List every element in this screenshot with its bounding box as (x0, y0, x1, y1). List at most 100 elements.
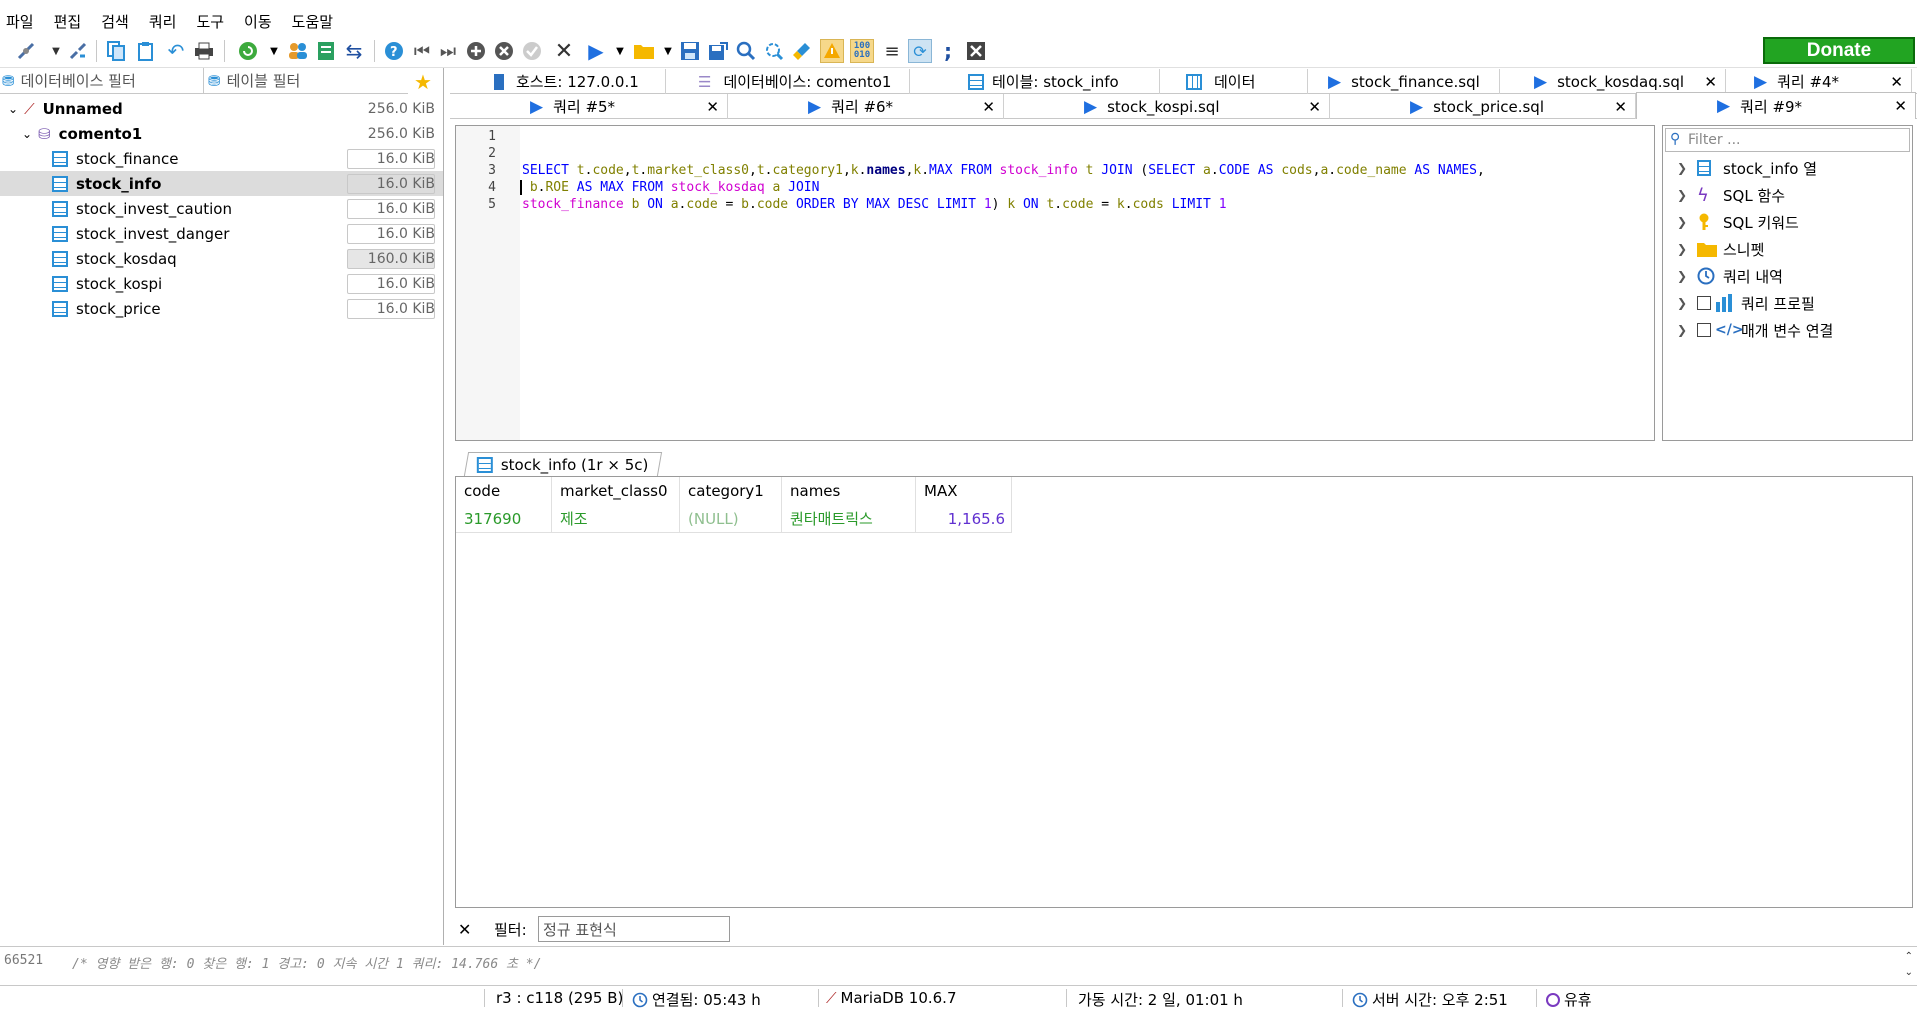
query-profile-checkbox[interactable] (1697, 296, 1711, 310)
menu-search[interactable]: 검색 (101, 11, 129, 32)
export-icon[interactable] (314, 39, 338, 63)
folder-dropdown-icon[interactable]: ▼ (656, 39, 680, 63)
helper-filter-input[interactable]: ⚲ Filter ... (1665, 128, 1910, 152)
close-icon[interactable]: ✕ (706, 98, 719, 116)
close-icon[interactable]: ✕ (1614, 98, 1627, 116)
table-cell[interactable]: 1,165.6 (916, 505, 1012, 533)
warning-icon[interactable] (820, 39, 844, 63)
chevron-right-icon[interactable]: ❯ (1677, 323, 1697, 337)
tab-query-9[interactable]: ▶ 쿼리 #9* ✕ (1636, 92, 1916, 119)
menu-file[interactable]: 파일 (6, 11, 34, 32)
tab-stock-kospi-sql[interactable]: ▶ stock_kospi.sql ✕ (1004, 94, 1330, 119)
binary-icon[interactable]: 100 010 (850, 39, 874, 63)
helper-query-profile[interactable]: ❯ 쿼리 프로필 (1677, 291, 1815, 315)
menu-edit[interactable]: 편집 (54, 11, 82, 32)
menu-help[interactable]: 도움말 (292, 11, 333, 32)
tab-stock-finance-sql[interactable]: ▶ stock_finance.sql (1320, 69, 1500, 94)
helper-snippets[interactable]: ❯ 스니펫 (1677, 237, 1764, 261)
column-header[interactable]: category1 (680, 477, 782, 505)
run-dropdown-icon[interactable]: ▼ (608, 39, 632, 63)
help-icon[interactable]: ? (382, 39, 406, 63)
sql-log[interactable]: 66521 /* 영향 받은 행: 0 찾은 행: 1 경고: 0 지속 시간 … (0, 946, 1917, 986)
folder-icon[interactable] (632, 39, 656, 63)
log-scroll-icon[interactable]: ⌃ ⌄ (1905, 949, 1913, 981)
tree-table-row[interactable]: stock_invest_danger 16.0 KiB (0, 221, 443, 246)
cancel-icon[interactable]: ✕ (552, 39, 576, 64)
first-icon[interactable]: ⏮ (410, 39, 434, 63)
tab-stock-price-sql[interactable]: ▶ stock_price.sql ✕ (1330, 94, 1636, 119)
autocomplete-icon[interactable]: ⟳ (908, 39, 932, 63)
tree-root-unnamed[interactable]: ⌄ ⟋ Unnamed 256.0 KiB (0, 96, 443, 121)
tree-table-row[interactable]: stock_finance 16.0 KiB (0, 146, 443, 171)
menu-query[interactable]: 쿼리 (149, 11, 177, 32)
tab-query-4[interactable]: ▶ 쿼리 #4* ✕ (1736, 69, 1912, 94)
close-icon[interactable]: ✕ (982, 98, 995, 116)
tree-table-row[interactable]: stock_info 16.0 KiB (0, 171, 443, 196)
tree-table-row[interactable]: stock_price 16.0 KiB (0, 296, 443, 321)
helper-query-history[interactable]: ❯ 쿼리 내역 (1677, 264, 1783, 288)
donate-button[interactable]: Donate (1763, 37, 1915, 64)
chevron-right-icon[interactable]: ❯ (1677, 242, 1697, 256)
tab-stock-kosdaq-sql[interactable]: ▶ stock_kosdaq.sql ✕ (1526, 69, 1726, 94)
column-header[interactable]: code (456, 477, 552, 505)
column-header[interactable]: market_class0 (552, 477, 680, 505)
menu-goto[interactable]: 이동 (244, 11, 272, 32)
chevron-right-icon[interactable]: ❯ (1677, 296, 1697, 310)
find-icon[interactable] (734, 39, 758, 63)
regex-filter-input[interactable]: 정규 표현식 (538, 916, 730, 942)
close-tab-icon[interactable] (964, 39, 988, 63)
helper-bind-params[interactable]: ❯ </> 매개 변수 연결 (1677, 318, 1833, 342)
users-icon[interactable] (286, 39, 310, 63)
table-cell[interactable]: (NULL) (680, 505, 782, 533)
chevron-right-icon[interactable]: ❯ (1677, 269, 1697, 283)
menu-tools[interactable]: 도구 (196, 11, 224, 32)
save-as-icon[interactable] (706, 39, 730, 63)
close-icon[interactable]: ✕ (1890, 73, 1903, 91)
close-filter-icon[interactable]: ✕ (458, 920, 471, 939)
table-cell[interactable]: 퀀타매트릭스 (782, 505, 916, 533)
column-header[interactable]: names (782, 477, 916, 505)
replace-icon[interactable] (762, 39, 786, 63)
copy-icon[interactable] (104, 39, 128, 63)
favorite-star-icon[interactable]: ★ (414, 70, 432, 94)
chevron-right-icon[interactable]: ❯ (1677, 188, 1697, 202)
wrap-icon[interactable]: ≡ (880, 39, 904, 63)
table-cell[interactable]: 317690 (456, 505, 552, 533)
disconnect-icon[interactable] (66, 39, 90, 63)
table-filter-input[interactable]: ⛃ 테이블 필터 (204, 68, 408, 94)
tab-query-5[interactable]: ▶ 쿼리 #5* ✕ (450, 94, 728, 119)
refresh-icon[interactable] (236, 39, 260, 63)
tree-table-row[interactable]: stock_kospi 16.0 KiB (0, 271, 443, 296)
paste-icon[interactable] (134, 39, 158, 63)
sync-icon[interactable]: ⇆ (342, 39, 366, 63)
database-filter-input[interactable]: ⛃ 데이터베이스 필터 (0, 68, 204, 94)
close-icon[interactable]: ✕ (1704, 73, 1717, 91)
undo-icon[interactable]: ↶ (164, 39, 188, 63)
result-tab[interactable]: stock_info (1r × 5c) (463, 452, 662, 476)
refresh-dropdown-icon[interactable]: ▼ (262, 39, 286, 63)
column-header[interactable]: MAX (916, 477, 1012, 505)
tab-host[interactable]: 호스트: 127.0.0.1 (486, 69, 666, 94)
tab-table[interactable]: 테이블: stock_info (960, 69, 1160, 94)
chevron-right-icon[interactable]: ❯ (1677, 161, 1697, 175)
expand-icon[interactable]: ⌄ (8, 102, 18, 116)
table-cell[interactable]: 제조 (552, 505, 680, 533)
close-icon[interactable]: ✕ (1894, 97, 1907, 115)
clean-icon[interactable] (790, 39, 814, 63)
save-icon[interactable] (678, 39, 702, 63)
run-icon[interactable]: ▶ (584, 39, 608, 63)
connect-icon[interactable] (14, 39, 38, 63)
semicolon-icon[interactable]: ; (936, 39, 960, 63)
tab-query-6[interactable]: ▶ 쿼리 #6* ✕ (728, 94, 1004, 119)
helper-sql-functions[interactable]: ❯ ϟ SQL 함수 (1677, 183, 1785, 207)
helper-columns[interactable]: ❯ stock_info 열 (1677, 156, 1817, 180)
tree-table-row[interactable]: stock_invest_caution 16.0 KiB (0, 196, 443, 221)
tab-data[interactable]: 데이터 (1178, 69, 1308, 94)
helper-sql-keywords[interactable]: ❯ SQL 키워드 (1677, 210, 1799, 234)
bind-params-checkbox[interactable] (1697, 323, 1711, 337)
sql-editor[interactable]: 1 2 3 4 5 SELECT t.code,t.market_class0,… (455, 125, 1655, 441)
last-icon[interactable]: ⏭ (436, 39, 460, 63)
add-row-icon[interactable] (464, 39, 488, 63)
tree-table-row[interactable]: stock_kosdaq 160.0 KiB (0, 246, 443, 271)
delete-row-icon[interactable] (492, 39, 516, 63)
